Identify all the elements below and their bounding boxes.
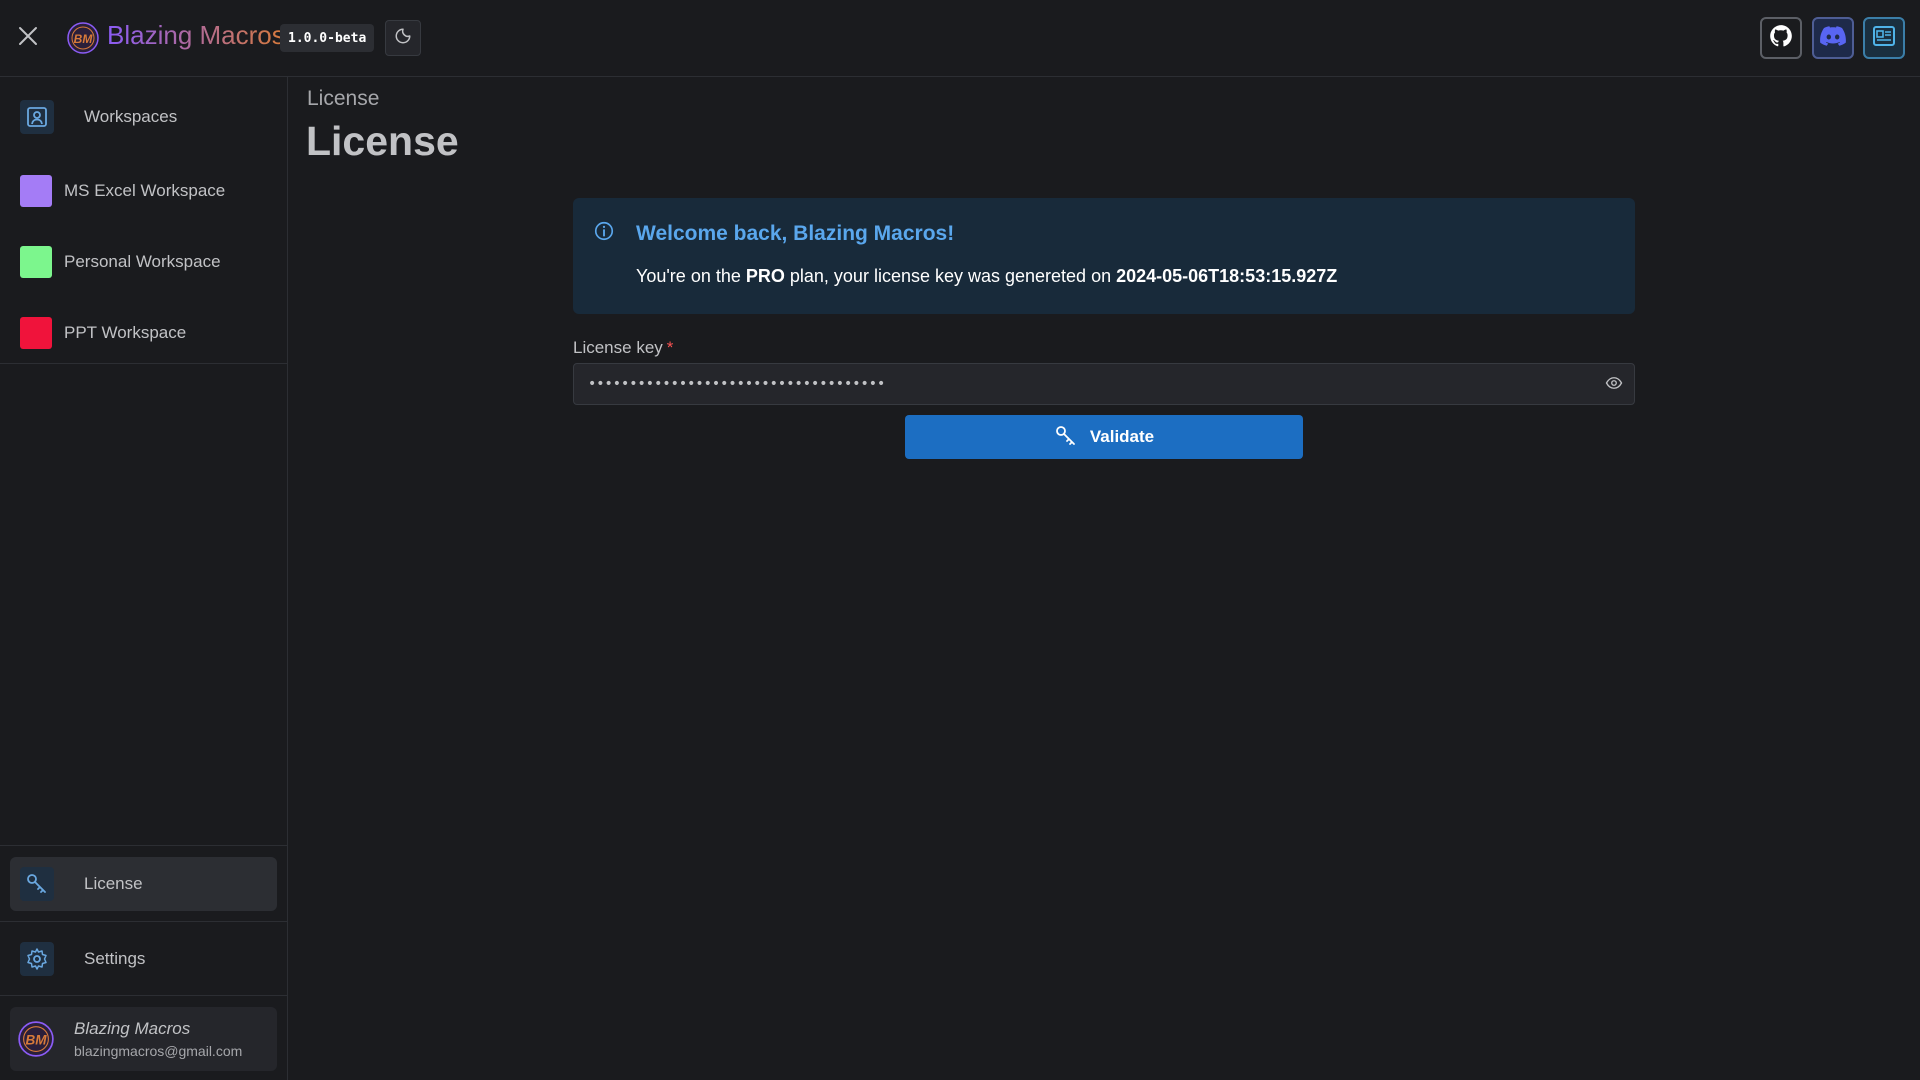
workspace-color-swatch [20,175,52,207]
sidebar-item-ms-excel-workspace[interactable]: MS Excel Workspace [10,163,277,219]
license-date: 2024-05-06T18:53:15.927Z [1116,266,1338,286]
key-icon [20,867,54,901]
github-icon [1768,23,1794,54]
sidebar-item-ppt-workspace[interactable]: PPT Workspace [10,305,277,361]
sidebar-item-workspaces[interactable]: Workspaces [10,89,277,145]
sidebar-item-license[interactable]: License [10,857,277,911]
svg-text:BM: BM [74,32,94,46]
welcome-alert: Welcome back, Blazing Macros! You're on … [573,198,1635,314]
sidebar-item-personal-workspace[interactable]: Personal Workspace [10,234,277,290]
close-icon [18,26,38,51]
discord-icon [1820,25,1846,52]
sidebar-divider [0,363,288,364]
sidebar-item-settings[interactable]: Settings [10,931,277,987]
sidebar-item-label: Settings [84,949,146,968]
label-text: License key [573,338,663,357]
breadcrumb: License [307,87,380,110]
alert-title: Welcome back, Blazing Macros! [636,222,955,245]
validate-button[interactable]: Validate [905,415,1303,459]
app-title: Blazing Macros [107,20,285,50]
info-circle-icon [593,220,615,242]
user-square-icon [20,100,54,134]
sidebar-divider [0,845,288,846]
key-icon [1054,424,1078,451]
gear-icon [20,942,54,976]
app-header: BM Blazing Macros 1.0.0-beta [0,0,1920,77]
avatar: BM [18,1021,54,1057]
newspaper-icon [1872,25,1896,52]
theme-toggle-button[interactable] [385,20,421,56]
required-mark: * [666,338,674,357]
user-name: Blazing Macros [74,1019,191,1038]
page-title: License [306,118,459,164]
alert-text: plan, your license key was genereted on [784,266,1117,286]
license-key-input[interactable] [588,364,1568,404]
alert-text: You're on the [636,266,746,286]
sidebar-item-label: MS Excel Workspace [64,181,226,200]
license-key-field [573,363,1635,405]
sidebar-divider [0,995,288,996]
license-key-label: License key * [573,338,673,358]
validate-label: Validate [1089,427,1155,446]
sidebar-item-label: License [84,874,143,893]
sidebar-item-label: Personal Workspace [64,252,221,271]
workspace-color-swatch [20,246,52,278]
app-logo: BM [67,22,99,54]
sidebar-item-label: PPT Workspace [64,323,187,342]
close-button[interactable] [12,22,44,54]
toggle-visibility-button[interactable] [1602,373,1626,397]
plan-name: PRO [745,266,785,286]
alert-message: You're on the PRO plan, your license key… [636,266,1337,287]
svg-text:BM: BM [26,1033,48,1048]
sidebar: Workspaces MS Excel Workspace Personal W… [0,77,288,1080]
sidebar-item-label: Workspaces [84,107,178,126]
github-button[interactable] [1760,17,1802,59]
discord-button[interactable] [1812,17,1854,59]
user-email: blazingmacros@gmail.com [74,1043,243,1059]
user-card[interactable]: BM Blazing Macros blazingmacros@gmail.co… [10,1007,277,1071]
eye-icon [1605,374,1623,397]
moon-icon [394,27,412,50]
version-badge: 1.0.0-beta [280,24,375,52]
sidebar-divider [0,921,288,922]
news-button[interactable] [1863,17,1905,59]
workspace-color-swatch [20,317,52,349]
